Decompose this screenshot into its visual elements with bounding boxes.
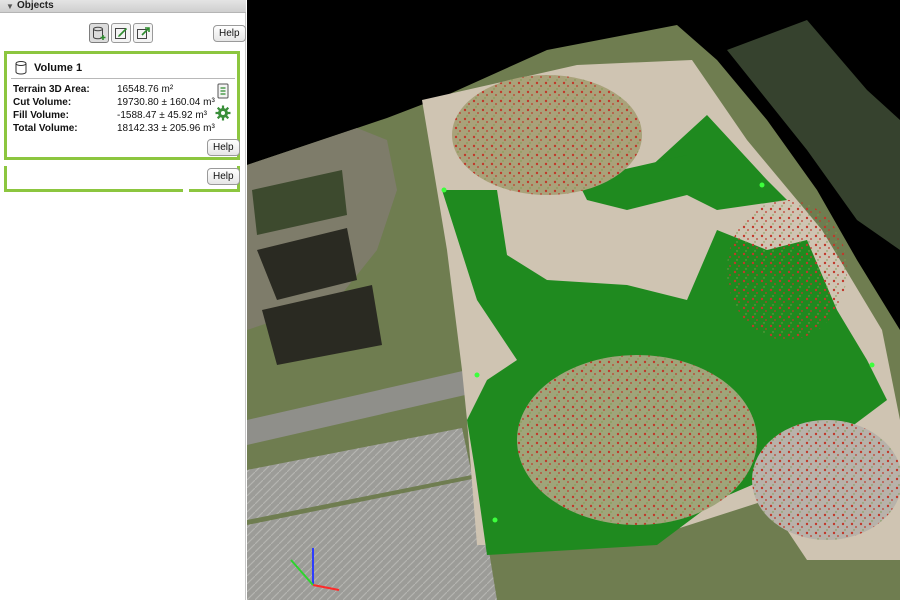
boundary-vertex[interactable]: [474, 372, 480, 378]
panel-header[interactable]: ▼ Objects: [0, 0, 246, 13]
cut-volume-value: 19730.80 ± 160.04 m³: [117, 97, 215, 108]
boundary-vertex[interactable]: [869, 362, 875, 368]
collapse-arrow-icon[interactable]: ▼: [6, 2, 14, 11]
new-volume-button[interactable]: [89, 23, 109, 43]
card-gap: [183, 189, 189, 192]
total-volume-value: 18142.33 ± 205.96 m³: [117, 123, 215, 134]
new-volume-icon: [93, 26, 106, 40]
settings-gear-icon[interactable]: [215, 105, 231, 121]
edit-volume-button[interactable]: [111, 23, 131, 43]
volume-card[interactable]: Volume 1 Terrain 3D Area: 16548.76 m² Cu…: [4, 51, 240, 160]
boundary-vertex[interactable]: [492, 517, 498, 523]
point-cloud-scene[interactable]: [247, 0, 900, 600]
volume-cylinder-icon: [15, 61, 27, 75]
export-volume-button[interactable]: [133, 23, 153, 43]
boundary-vertex[interactable]: [441, 187, 447, 193]
boundary-vertex[interactable]: [759, 182, 765, 188]
export-icon: [137, 27, 150, 39]
cut-points-east: [727, 200, 847, 340]
edit-icon: [115, 27, 128, 39]
report-icon[interactable]: [216, 83, 230, 99]
terrain-area-label: Terrain 3D Area:: [13, 84, 90, 95]
point-cloud-viewport[interactable]: [247, 0, 900, 600]
total-volume-label: Total Volume:: [13, 123, 78, 134]
fill-volume-label: Fill Volume:: [13, 110, 69, 121]
cut-points-south: [517, 355, 757, 525]
panel-title: Objects: [17, 0, 54, 11]
cut-points-north: [452, 75, 642, 195]
volume-help-button[interactable]: Help: [207, 139, 240, 156]
cut-points-gravel: [752, 420, 900, 540]
volume-toolbar: Help: [0, 23, 246, 45]
volume-name[interactable]: Volume 1: [34, 62, 82, 74]
divider: [11, 78, 235, 79]
fill-volume-value: -1588.47 ± 45.92 m³: [117, 110, 207, 121]
terrain-area-value: 16548.76 m²: [117, 84, 174, 95]
cut-volume-label: Cut Volume:: [13, 97, 72, 108]
toolbar-help-button[interactable]: Help: [213, 25, 246, 42]
objects-panel: ▼ Objects Help Volume 1 Terrain 3D Area:…: [0, 0, 246, 600]
second-help-button[interactable]: Help: [207, 168, 240, 185]
second-object-card[interactable]: Help: [4, 166, 240, 192]
